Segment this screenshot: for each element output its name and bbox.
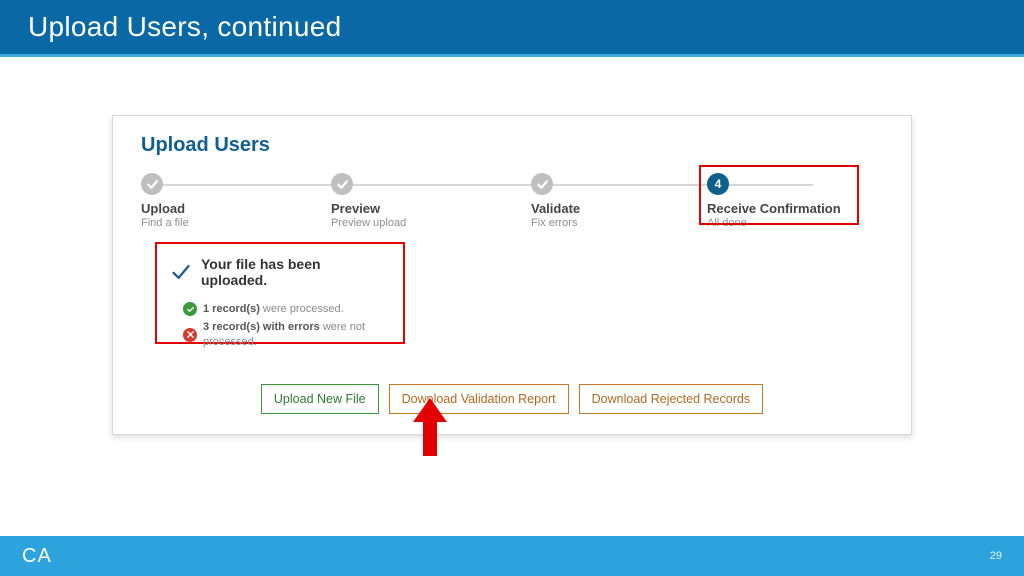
slide-footer: CA 29 [0, 536, 1024, 576]
result-errors-text: 3 record(s) with errors were not process… [203, 320, 389, 349]
step-sublabel: Fix errors [531, 217, 701, 229]
upload-users-panel: Upload Users Upload Find a file Preview … [112, 115, 912, 435]
stepper: Upload Find a file Preview Preview uploa… [141, 173, 883, 239]
page-number: 29 [990, 550, 1002, 562]
result-headline-row: Your file has been uploaded. [171, 256, 389, 288]
header-underline [0, 54, 1024, 57]
error-icon [183, 328, 197, 342]
result-headline: Your file has been uploaded. [201, 256, 389, 288]
step-sublabel: Preview upload [331, 217, 501, 229]
step-validate: Validate Fix errors [531, 173, 701, 229]
download-rejected-records-button[interactable]: Download Rejected Records [579, 384, 763, 414]
step-upload: Upload Find a file [141, 173, 311, 229]
step-sublabel: All done [707, 217, 877, 229]
step-number: 4 [715, 177, 722, 191]
step-label: Receive Confirmation [707, 201, 877, 216]
slide-title: Upload Users, continued [28, 11, 342, 43]
upload-new-file-button[interactable]: Upload New File [261, 384, 379, 414]
step-preview: Preview Preview upload [331, 173, 501, 229]
panel-title: Upload Users [141, 134, 883, 157]
step-sublabel: Find a file [141, 217, 311, 229]
step-done-icon [531, 173, 553, 195]
button-row: Upload New File Download Validation Repo… [113, 384, 911, 414]
result-processed-line: 1 record(s) were processed. [183, 302, 389, 316]
step-active-icon: 4 [707, 173, 729, 195]
check-icon [171, 262, 191, 282]
step-done-icon [331, 173, 353, 195]
step-label: Preview [331, 201, 501, 216]
success-icon [183, 302, 197, 316]
step-label: Upload [141, 201, 311, 216]
result-errors-line: 3 record(s) with errors were not process… [183, 320, 389, 349]
step-receive-confirmation: 4 Receive Confirmation All done [707, 173, 877, 229]
result-processed-text: 1 record(s) were processed. [203, 302, 344, 316]
footer-logo: CA [22, 545, 52, 568]
step-label: Validate [531, 201, 701, 216]
upload-result-box: Your file has been uploaded. 1 record(s)… [155, 242, 405, 344]
slide-header: Upload Users, continued [0, 0, 1024, 54]
step-done-icon [141, 173, 163, 195]
download-validation-report-button[interactable]: Download Validation Report [389, 384, 569, 414]
